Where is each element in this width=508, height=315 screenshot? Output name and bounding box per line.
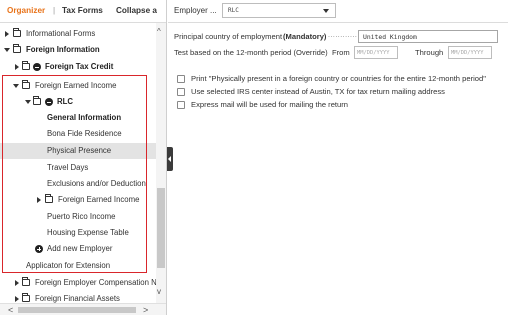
checkbox-label: Express mail will be used for mailing th…	[191, 100, 349, 109]
tree-item-label: Foreign Earned Income	[58, 195, 140, 204]
tree-item-label: Foreign Tax Credit	[45, 62, 114, 71]
add-circle-icon	[35, 245, 43, 253]
collapse-icon[interactable]	[4, 48, 10, 52]
expand-icon[interactable]	[15, 64, 19, 70]
folder-icon	[33, 96, 41, 105]
tree-item-rlc[interactable]: RLC	[0, 94, 156, 110]
checkbox[interactable]	[177, 88, 185, 96]
tree-item-foreign-employer-compensation[interactable]: Foreign Employer Compensation Non-2	[0, 275, 166, 291]
tree-item-bona-fide-residence[interactable]: Bona Fide Residence	[0, 126, 156, 142]
folder-icon	[22, 277, 30, 286]
scroll-left-icon[interactable]: <	[8, 305, 13, 315]
tree-item-label: Applicaton for Extension	[26, 261, 111, 270]
expand-icon[interactable]	[5, 31, 9, 37]
scroll-right-icon[interactable]: >	[143, 305, 148, 315]
tree-item-label: Informational Forms	[26, 29, 96, 38]
tree-item-label: Foreign Information	[26, 45, 100, 54]
tree-item-foreign-tax-credit[interactable]: Foreign Tax Credit	[0, 59, 156, 75]
collapse-icon[interactable]	[13, 84, 19, 88]
remove-circle-icon[interactable]	[45, 98, 53, 106]
checkbox-label: Print "Physically present in a foreign c…	[191, 74, 486, 83]
scrollbar-thumb[interactable]	[157, 188, 165, 268]
folder-icon	[13, 44, 21, 53]
chevron-down-icon	[323, 9, 329, 13]
vertical-scrollbar[interactable]: ^ v	[156, 23, 166, 303]
remove-circle-icon[interactable]	[33, 63, 41, 71]
tree-item-label: Foreign Earned Income	[35, 81, 117, 90]
tab-tax-forms[interactable]: Tax Forms	[62, 6, 103, 15]
scroll-up-icon[interactable]: ^	[157, 27, 161, 36]
tree-item-label: Travel Days	[47, 163, 89, 172]
folder-icon	[45, 194, 53, 203]
organizer-tabs: Organizer | Tax Forms Collapse a	[0, 0, 166, 23]
employer-select[interactable]: RLC	[222, 3, 336, 18]
country-label: Principal country of employment	[174, 32, 283, 41]
tree-item-foreign-earned-income[interactable]: Foreign Earned Income	[0, 78, 156, 94]
tree-item-label: Bona Fide Residence	[47, 129, 122, 138]
tree-item-application-for-extension[interactable]: Applicaton for Extension	[0, 258, 156, 274]
tree-item-housing-expense-table[interactable]: Housing Expense Table	[0, 225, 156, 241]
tree-item-label: Puerto Rico Income	[47, 212, 116, 221]
tree-item-label: Foreign Employer Compensation Non-2	[35, 278, 167, 287]
tree-item-label: Housing Expense Table	[47, 228, 129, 237]
folder-icon	[13, 28, 21, 37]
tree-item-general-information[interactable]: General Information	[0, 110, 156, 126]
expand-icon[interactable]	[37, 197, 41, 203]
checkbox[interactable]	[177, 101, 185, 109]
tree-item-foreign-information[interactable]: Foreign Information	[0, 42, 156, 58]
form-panel: Employer ... RLC Principal country of em…	[168, 0, 508, 315]
tree-item-label: RLC	[57, 97, 74, 106]
from-label: From	[332, 48, 350, 57]
add-new-employer-link[interactable]: Add new Employer	[0, 241, 156, 257]
organizer-panel: Organizer | Tax Forms Collapse a Informa…	[0, 0, 167, 315]
tab-separator: |	[53, 6, 56, 15]
employer-label: Employer ...	[174, 6, 217, 15]
tree-item-label: Physical Presence	[47, 146, 112, 155]
tree-item-foreign-earned-income-sub[interactable]: Foreign Earned Income	[0, 192, 156, 208]
tree-item-label: Add new Employer	[47, 244, 113, 253]
mandatory-label: (Mandatory)	[283, 32, 327, 41]
from-date-field[interactable]: MM/DD/YYYY	[354, 46, 398, 59]
through-label: Through	[415, 48, 444, 57]
through-date-field[interactable]: MM/DD/YYYY	[448, 46, 492, 59]
scroll-down-icon[interactable]: v	[157, 287, 161, 296]
collapse-icon[interactable]	[25, 100, 31, 104]
tree-item-puerto-rico-income[interactable]: Puerto Rico Income	[0, 209, 156, 225]
tree-item-label: Foreign Financial Assets	[35, 294, 120, 303]
tree-item-exclusions[interactable]: Exclusions and/or Deduction	[0, 176, 156, 192]
test-period-label: Test based on the 12-month period (Overr…	[174, 48, 328, 57]
folder-icon	[22, 80, 30, 89]
folder-icon	[22, 293, 30, 302]
expand-icon[interactable]	[15, 280, 19, 286]
checkbox[interactable]	[177, 75, 185, 83]
tree-item-label: General Information	[47, 113, 122, 122]
horizontal-scrollbar[interactable]: < >	[0, 303, 166, 315]
tree-item-informational-forms[interactable]: Informational Forms	[0, 26, 156, 42]
tree-item-physical-presence[interactable]: Physical Presence	[0, 143, 156, 159]
employer-bar: Employer ... RLC	[168, 0, 508, 23]
tree-item-label: Exclusions and/or Deduction	[47, 179, 146, 188]
tab-organizer[interactable]: Organizer	[7, 6, 45, 15]
country-field[interactable]: United Kingdom	[358, 30, 498, 43]
scrollbar-thumb[interactable]	[18, 307, 136, 313]
collapse-all-link[interactable]: Collapse a	[116, 6, 157, 15]
tree-item-travel-days[interactable]: Travel Days	[0, 160, 156, 176]
expand-icon[interactable]	[15, 296, 19, 302]
folder-icon	[22, 61, 30, 70]
employer-select-value: RLC	[228, 7, 239, 14]
checkbox-label: Use selected IRS center instead of Austi…	[191, 87, 445, 96]
